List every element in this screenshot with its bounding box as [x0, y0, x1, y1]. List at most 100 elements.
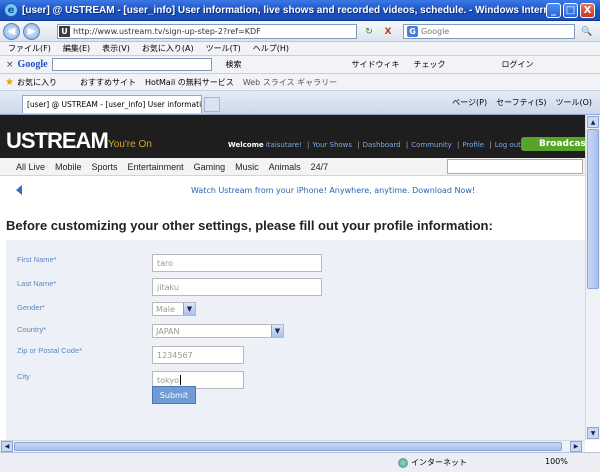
scroll-right-icon[interactable]: ▶ [570, 441, 582, 452]
scroll-up-icon[interactable]: ▲ [587, 116, 599, 128]
cat-247[interactable]: 24/7 [311, 162, 339, 172]
previous-arrow-icon[interactable] [16, 185, 22, 195]
command-bar: ページ(P) セーフティ(S) ツール(O) [452, 97, 592, 108]
cat-mobile[interactable]: Mobile [55, 162, 92, 172]
broadcast-button[interactable]: Broadcast [521, 137, 585, 151]
menu-bar: ファイル(F) 編集(E) 表示(V) お気に入り(A) ツール(T) ヘルプ(… [0, 42, 600, 56]
first-name-label: First Name* [17, 255, 57, 264]
search-input[interactable]: G Google [403, 24, 575, 39]
google-search-button[interactable]: 検索 [226, 59, 242, 70]
tools-menu[interactable]: ツール(O) [555, 97, 592, 108]
favorites-button[interactable]: お気に入り [17, 77, 57, 88]
chevron-down-icon: ▼ [183, 303, 195, 315]
google-logo: Google [17, 59, 48, 70]
ustream-logo[interactable]: USTREAM [6, 128, 109, 154]
cat-entertainment[interactable]: Entertainment [128, 162, 194, 172]
category-nav: All Live Mobile Sports Entertainment Gam… [0, 158, 585, 176]
login-button[interactable]: ログイン [502, 59, 534, 70]
country-value: JAPAN [156, 326, 180, 336]
gender-label: Gender* [17, 303, 45, 312]
favorites-bar: ★ お気に入り おすすめサイト HotMail の無料サービス Web スライス… [0, 74, 600, 91]
last-name-label: Last Name* [17, 279, 57, 288]
ustream-favicon-icon: U [59, 26, 70, 37]
refresh-button[interactable]: ↻ [362, 25, 376, 38]
community-link[interactable]: Community [411, 141, 452, 149]
last-name-field[interactable]: jitaku [152, 278, 322, 296]
text-cursor [180, 375, 182, 385]
cat-all-live[interactable]: All Live [0, 162, 55, 172]
horizontal-scrollbar[interactable]: ◀ ▶ [0, 440, 585, 452]
safety-menu[interactable]: セーフティ(S) [496, 97, 546, 108]
cat-music[interactable]: Music [235, 162, 269, 172]
welcome-text: Welcome [228, 141, 264, 149]
cat-gaming[interactable]: Gaming [194, 162, 236, 172]
sidewiki-button[interactable]: サイドウィキ [352, 59, 400, 70]
site-search-input[interactable] [447, 159, 583, 174]
vertical-scrollbar[interactable]: ▲ ▼ [585, 115, 600, 440]
logout-link[interactable]: Log out [495, 141, 521, 149]
menu-view[interactable]: 表示(V) [102, 43, 130, 54]
first-name-field[interactable]: taro [152, 254, 322, 272]
globe-icon [398, 457, 408, 468]
window-titlebar: e [user] @ USTREAM - [user_info] User in… [0, 0, 600, 21]
minimize-button[interactable]: _ [546, 3, 561, 18]
scroll-down-icon[interactable]: ▼ [587, 427, 599, 439]
menu-file[interactable]: ファイル(F) [8, 43, 51, 54]
country-label: Country* [17, 325, 47, 334]
tab-active[interactable]: [user] @ USTREAM - [user_info] User info… [22, 95, 202, 113]
site-header: USTREAM You're On Welcome itaisutare! | Y… [0, 115, 585, 158]
favorites-star-icon: ★ [5, 76, 14, 88]
page-heading: Before customizing your other settings, … [6, 218, 493, 233]
search-placeholder: Google [421, 27, 450, 36]
security-zone: インターネット [398, 457, 467, 468]
your-shows-link[interactable]: Your Shows [312, 141, 352, 149]
zoom-level[interactable]: 100% [545, 457, 568, 466]
city-value: tokyo [157, 375, 180, 385]
page-menu[interactable]: ページ(P) [452, 97, 487, 108]
profile-link[interactable]: Profile [462, 141, 484, 149]
gender-select[interactable]: Male ▼ [152, 302, 196, 316]
zip-label: Zip or Postal Code* [17, 346, 83, 355]
menu-tools[interactable]: ツール(T) [206, 43, 241, 54]
scroll-left-icon[interactable]: ◀ [1, 441, 13, 452]
chevron-down-icon: ▼ [271, 325, 283, 337]
ie-icon: e [4, 3, 18, 17]
address-input[interactable]: U http://www.ustream.tv/sign-up-step-2?r… [57, 24, 357, 39]
menu-help[interactable]: ヘルプ(H) [253, 43, 289, 54]
cat-animals[interactable]: Animals [269, 162, 311, 172]
vertical-scroll-thumb[interactable] [587, 129, 599, 289]
address-toolbar: ◀ ▶ U http://www.ustream.tv/sign-up-step… [0, 21, 600, 42]
search-icon[interactable]: 🔍 [580, 25, 594, 38]
maximize-button[interactable]: □ [563, 3, 578, 18]
zip-field[interactable]: 1234567 [152, 346, 244, 364]
country-select[interactable]: JAPAN ▼ [152, 324, 284, 338]
fav-item-hotmail[interactable]: HotMail の無料サービス [145, 77, 234, 88]
tab-row: [user] @ USTREAM - [user_info] User info… [0, 91, 600, 115]
google-toolbar: × Google 検索 サイドウィキ チェック ログイン [0, 56, 600, 74]
close-icon[interactable]: × [6, 60, 14, 70]
check-button[interactable]: チェック [414, 59, 446, 70]
site-tagline: You're On [108, 139, 152, 150]
menu-favorites[interactable]: お気に入り(A) [142, 43, 194, 54]
cat-sports[interactable]: Sports [92, 162, 128, 172]
promo-link[interactable]: Watch Ustream from your iPhone! Anywhere… [191, 186, 475, 195]
submit-button[interactable]: Submit [152, 386, 196, 404]
new-tab-button[interactable] [204, 97, 220, 112]
user-links: Welcome itaisutare! | Your Shows | Dashboa… [228, 141, 521, 149]
fav-item-webslice[interactable]: Web スライス ギャラリー [243, 77, 337, 88]
status-bar: インターネット 100% [0, 452, 600, 472]
fav-item-recommended[interactable]: おすすめサイト [80, 77, 136, 88]
close-button[interactable]: X [580, 3, 595, 18]
zone-text: インターネット [411, 458, 467, 467]
web-page: USTREAM You're On Welcome itaisutare! | Y… [0, 115, 585, 440]
gender-value: Male [156, 304, 175, 314]
stop-button[interactable]: X [381, 25, 395, 38]
horizontal-scroll-thumb[interactable] [14, 442, 562, 451]
profile-form: First Name* taro Last Name* jitaku Gende… [6, 240, 585, 440]
google-search-input[interactable] [51, 58, 212, 71]
username-link[interactable]: itaisutare! [266, 141, 302, 149]
menu-edit[interactable]: 編集(E) [63, 43, 90, 54]
forward-button[interactable]: ▶ [23, 22, 40, 40]
dashboard-link[interactable]: Dashboard [363, 141, 401, 149]
back-button[interactable]: ◀ [3, 22, 20, 40]
